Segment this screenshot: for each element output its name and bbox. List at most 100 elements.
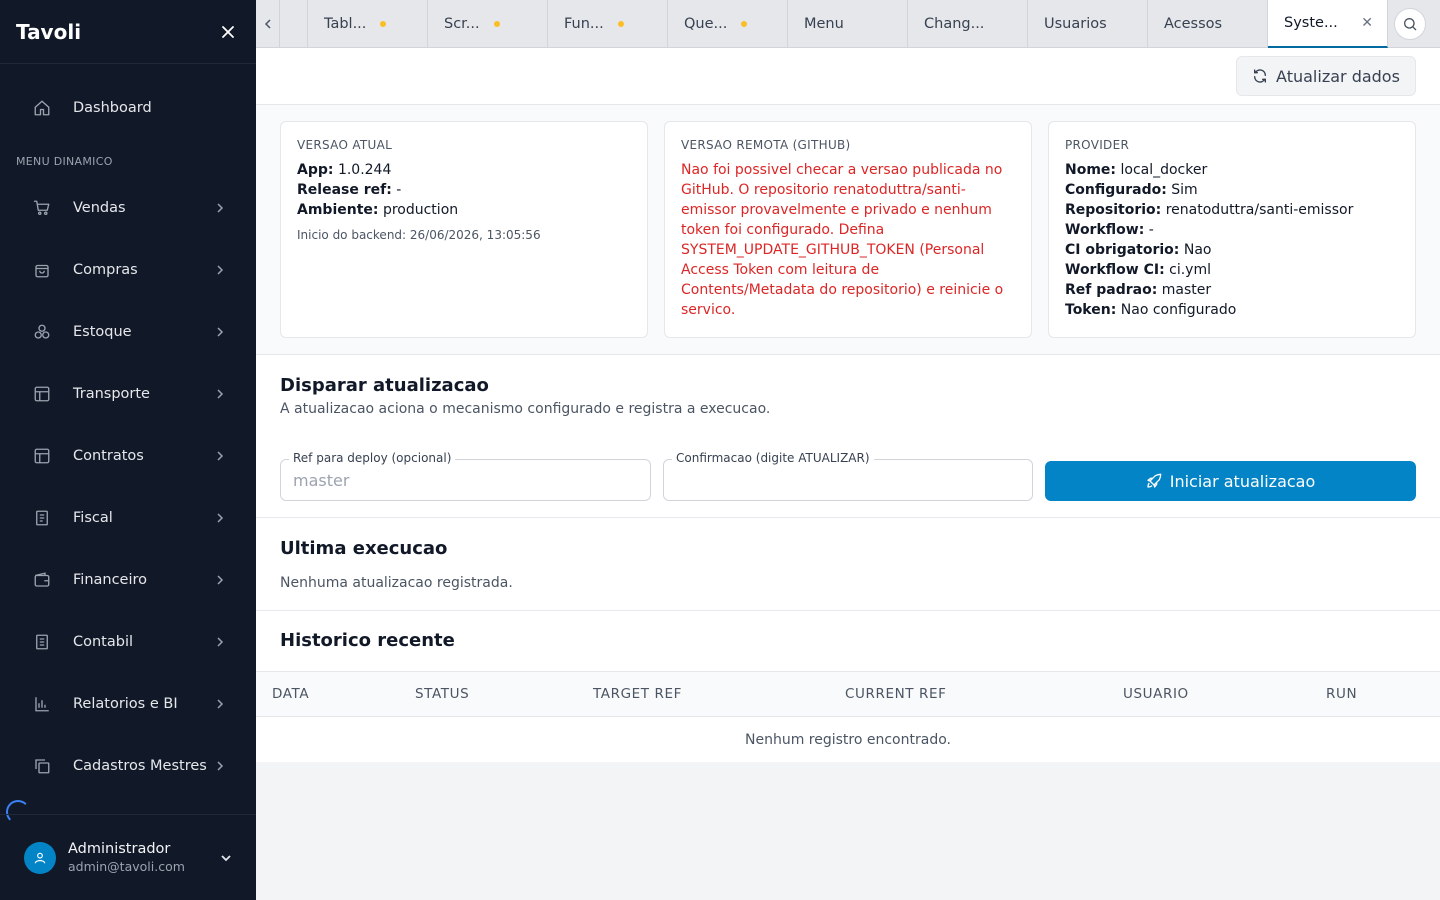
section-title: Historico recente	[280, 630, 455, 651]
tab-spacer	[280, 0, 308, 47]
sidebar-item-label: Compras	[73, 262, 138, 278]
history-table: DATA STATUS TARGET REF CURRENT REF USUAR…	[256, 672, 1440, 762]
sidebar-item-fiscal[interactable]: Fiscal	[16, 487, 240, 549]
provider-workflow-ci: Workflow CI: ci.yml	[1065, 262, 1211, 278]
sidebar-menu: Vendas Compras Estoque Transporte Contra…	[16, 177, 240, 797]
start-update-button[interactable]: Iniciar atualizacao	[1045, 461, 1416, 501]
deploy-ref-field: Ref para deploy (opcional)	[280, 451, 651, 501]
sidebar-item-relatorios[interactable]: Relatorios e BI	[16, 673, 240, 735]
release-ref: Release ref: -	[297, 182, 402, 198]
user-icon	[34, 852, 46, 863]
tab-label: Chang...	[924, 16, 985, 32]
layout-icon	[32, 384, 52, 404]
sidebar-item-financeiro[interactable]: Financeiro	[16, 549, 240, 611]
user-name: Administrador	[68, 841, 171, 857]
refresh-icon	[1254, 69, 1267, 83]
search-icon	[1404, 18, 1417, 31]
sidebar-item-label: Relatorios e BI	[73, 696, 178, 712]
column-header-target-ref[interactable]: TARGET REF	[593, 686, 682, 702]
last-execution-text: Nenhuma atualizacao registrada.	[280, 575, 513, 591]
sidebar-item-dashboard[interactable]: Dashboard	[16, 84, 240, 132]
sidebar-item-compras[interactable]: Compras	[16, 239, 240, 301]
sidebar-item-label: Contratos	[73, 448, 144, 464]
field-label: Ref para deploy (opcional)	[289, 451, 456, 465]
tab-screens[interactable]: Scr...	[428, 0, 548, 48]
chevron-right-icon	[212, 572, 228, 588]
confirmation-input[interactable]	[664, 460, 1032, 500]
column-header-current-ref[interactable]: CURRENT REF	[845, 686, 947, 702]
unsaved-dot-icon	[741, 21, 748, 27]
confirmation-field: Confirmacao (digite ATUALIZAR)	[663, 451, 1033, 501]
layout-icon	[32, 446, 52, 466]
tab-label: Fun...	[564, 16, 604, 32]
tab-usuarios[interactable]: Usuarios	[1028, 0, 1148, 48]
chevron-right-icon	[212, 262, 228, 278]
rocket-icon	[1147, 473, 1162, 488]
main-content: Atualizar dados VERSAO ATUAL App: 1.0.24…	[256, 48, 1440, 900]
remote-error-message: Nao foi possivel checar a versao publica…	[681, 162, 1004, 318]
provider-ref-padrao: Ref padrao: master	[1065, 282, 1212, 298]
card-title: VERSAO REMOTA (GITHUB)	[681, 138, 851, 152]
current-version-card: VERSAO ATUAL App: 1.0.244 Release ref: -…	[280, 121, 648, 338]
column-header-status[interactable]: STATUS	[415, 686, 469, 702]
tab-label: Syste...	[1284, 15, 1338, 31]
user-menu[interactable]: Administrador admin@tavoli.com	[0, 814, 256, 900]
last-execution-section: Ultima execucao Nenhuma atualizacao regi…	[256, 518, 1440, 611]
tab-label: Menu	[804, 16, 844, 32]
close-tab-icon[interactable]: ✕	[1361, 15, 1373, 31]
tab-label: Acessos	[1164, 16, 1223, 32]
ledger-icon	[32, 632, 52, 652]
tab-menu[interactable]: Menu	[788, 0, 908, 48]
chevron-right-icon	[212, 510, 228, 526]
refresh-data-label: Atualizar dados	[1276, 66, 1400, 86]
tab-changes[interactable]: Chang...	[908, 0, 1028, 48]
provider-repositorio: Repositorio: renatoduttra/santi-emissor	[1065, 202, 1354, 218]
chevron-down-icon	[221, 854, 231, 861]
user-info: Administrador admin@tavoli.com	[68, 841, 220, 874]
sidebar-item-transporte[interactable]: Transporte	[16, 363, 240, 425]
sidebar-item-vendas[interactable]: Vendas	[16, 177, 240, 239]
tab-functions[interactable]: Fun...	[548, 0, 668, 48]
chevron-right-icon	[212, 634, 228, 650]
unsaved-dot-icon	[493, 21, 500, 27]
wallet-icon	[32, 570, 52, 590]
unsaved-dot-icon	[617, 21, 624, 27]
version-cards: VERSAO ATUAL App: 1.0.244 Release ref: -…	[256, 105, 1440, 355]
sidebar-item-cadastros[interactable]: Cadastros Mestres	[16, 735, 240, 797]
toolbar: Atualizar dados	[256, 48, 1440, 105]
sidebar-item-contratos[interactable]: Contratos	[16, 425, 240, 487]
chevron-right-icon	[212, 200, 228, 216]
tab-search-button[interactable]	[1394, 8, 1426, 40]
close-icon	[222, 25, 234, 38]
sidebar-item-estoque[interactable]: Estoque	[16, 301, 240, 363]
tab-scroll-left-button[interactable]	[256, 0, 280, 48]
field-label: Confirmacao (digite ATUALIZAR)	[672, 451, 874, 465]
tab-tables[interactable]: Tabl...	[308, 0, 428, 48]
history-section: Historico recente	[256, 611, 1440, 672]
tab-label: Usuarios	[1044, 16, 1107, 32]
chevron-left-icon	[264, 19, 271, 29]
column-header-usuario[interactable]: USUARIO	[1123, 686, 1189, 702]
column-header-data[interactable]: DATA	[272, 686, 309, 702]
section-subtitle: A atualizacao aciona o mecanismo configu…	[280, 401, 771, 417]
close-sidebar-button[interactable]	[216, 20, 240, 44]
provider-configurado: Configurado: Sim	[1065, 182, 1198, 198]
sidebar-item-label: Contabil	[73, 634, 134, 650]
refresh-data-button[interactable]: Atualizar dados	[1236, 56, 1416, 96]
section-title: Disparar atualizacao	[280, 375, 489, 396]
deploy-ref-input[interactable]	[281, 460, 650, 500]
provider-token: Token: Nao configurado	[1065, 302, 1237, 318]
app-version: App: 1.0.244	[297, 162, 392, 178]
chevron-right-icon	[212, 758, 228, 774]
sidebar-item-label: Estoque	[73, 324, 132, 340]
start-update-label: Iniciar atualizacao	[1169, 471, 1316, 491]
sidebar-item-contabil[interactable]: Contabil	[16, 611, 240, 673]
tab-queries[interactable]: Que...	[668, 0, 788, 48]
empty-table-message: Nenhum registro encontrado.	[745, 731, 951, 748]
tab-system[interactable]: Syste... ✕	[1268, 0, 1388, 48]
tab-acessos[interactable]: Acessos	[1148, 0, 1268, 48]
remote-version-card: VERSAO REMOTA (GITHUB) Nao foi possivel …	[664, 121, 1032, 338]
chevron-right-icon	[212, 324, 228, 340]
column-header-run[interactable]: RUN	[1326, 686, 1357, 702]
chart-icon	[32, 694, 52, 714]
